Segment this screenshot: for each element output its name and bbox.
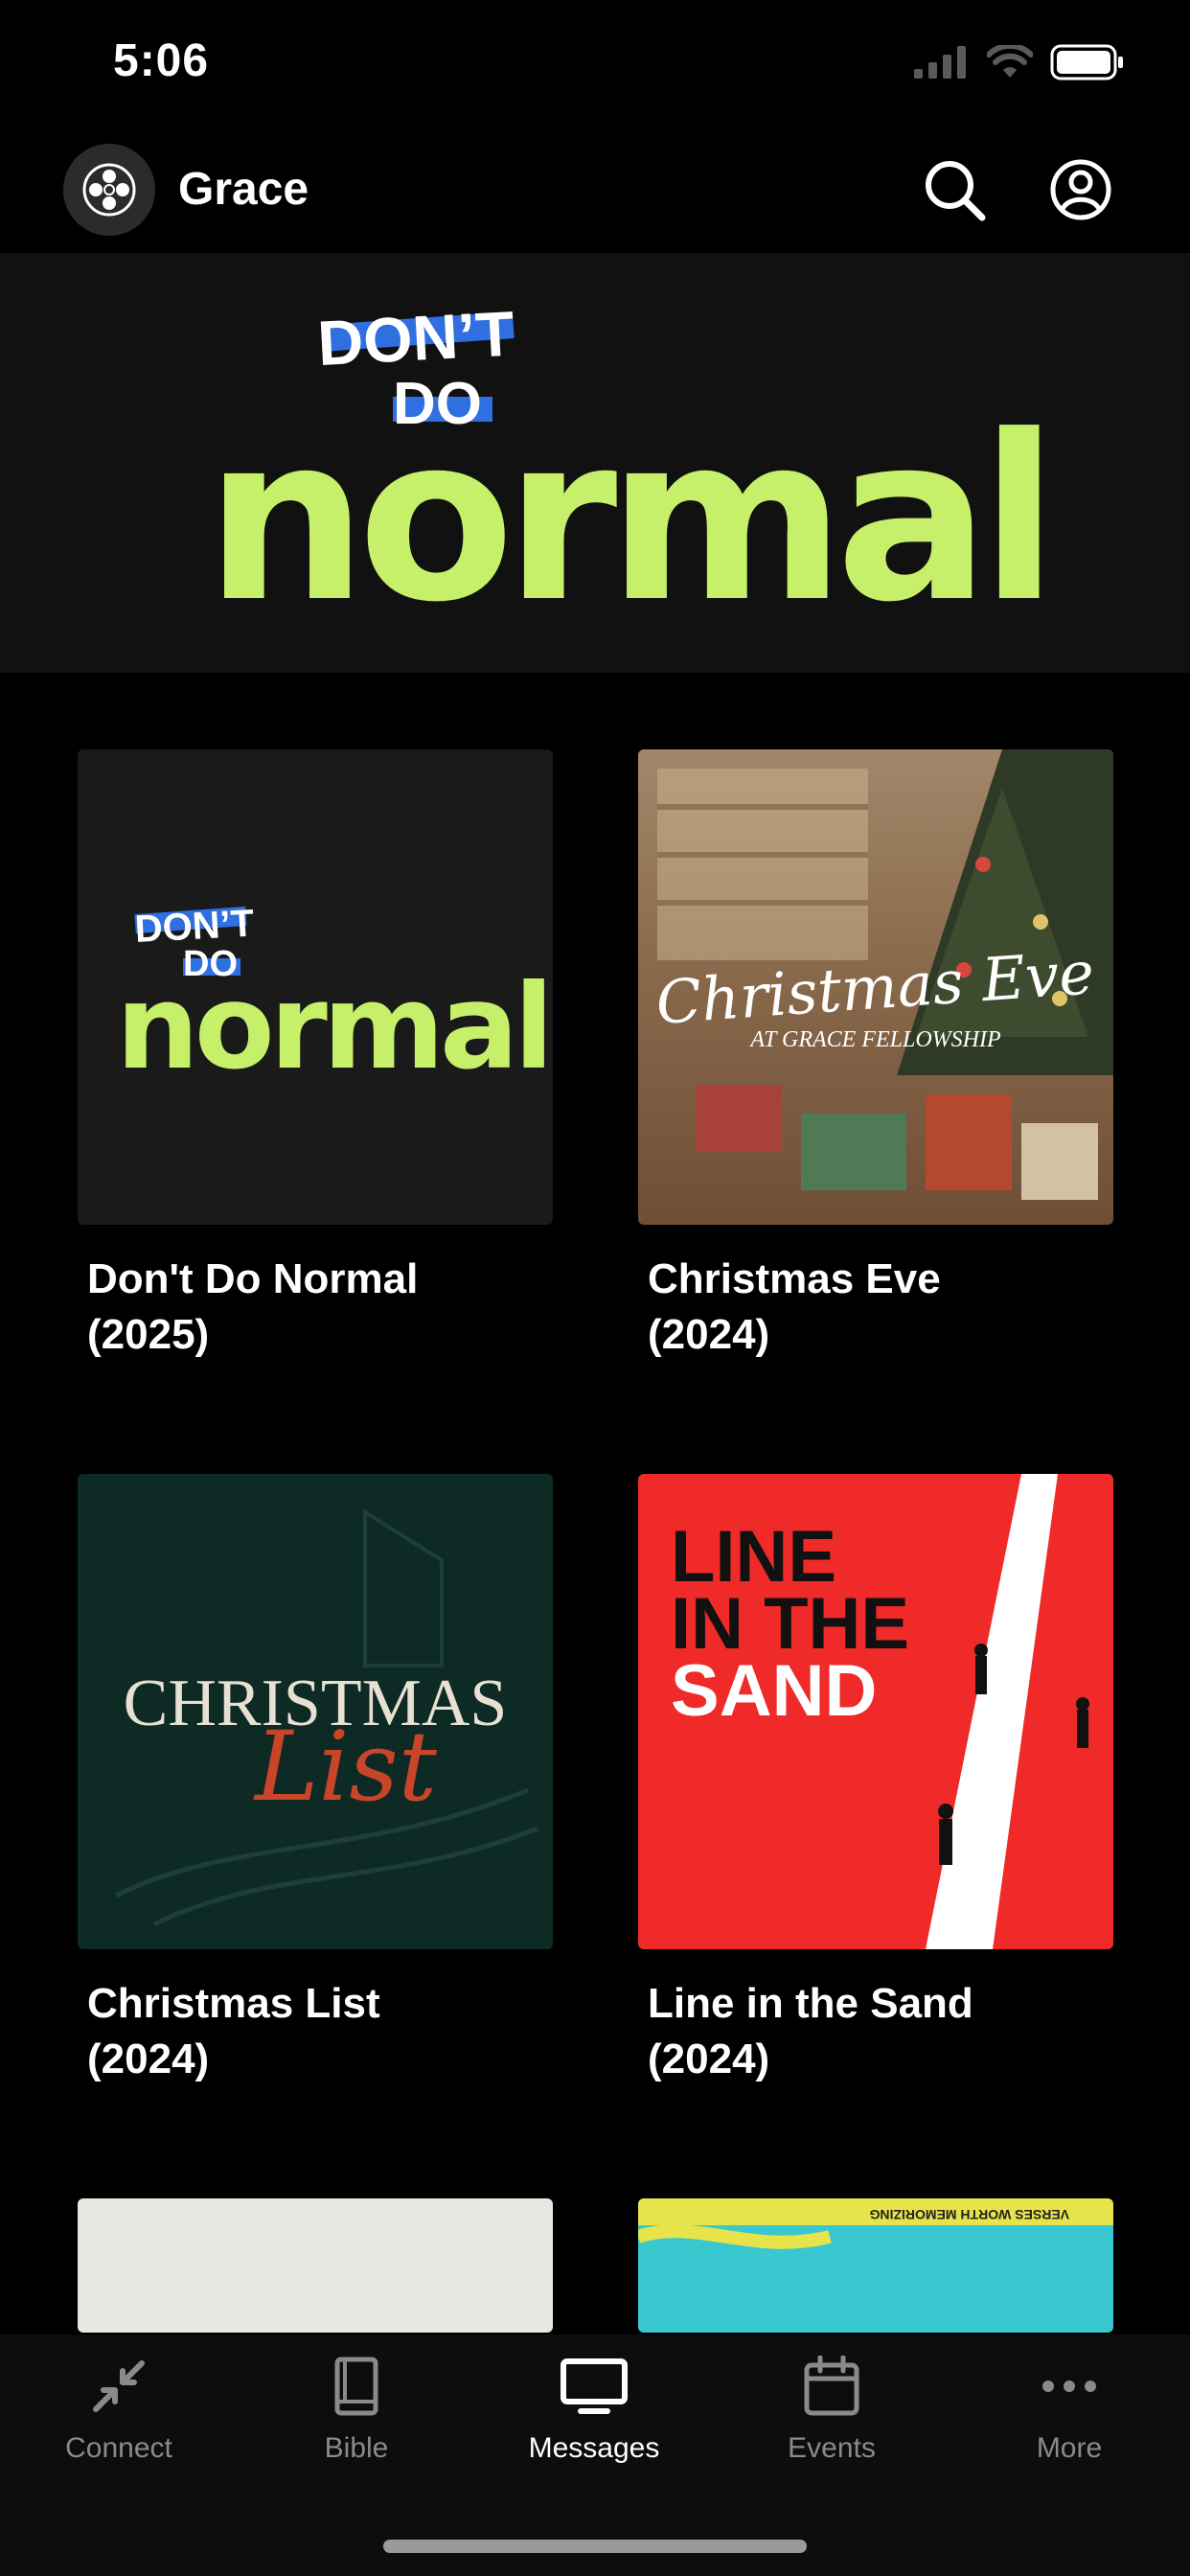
series-card[interactable]: CHRISTMAS List Christmas List (2024)	[78, 1474, 553, 2087]
status-bar: 5:06	[0, 0, 1190, 134]
art-word: normal	[116, 959, 549, 1095]
battery-icon	[1050, 44, 1123, 80]
tv-icon	[561, 2358, 628, 2414]
peek-art-text: VERSES WORTH MEMORIZING	[869, 2207, 1069, 2222]
series-artwork: VERSES WORTH MEMORIZING	[638, 2198, 1113, 2333]
home-indicator	[383, 2540, 807, 2553]
status-icons	[914, 44, 1125, 80]
series-artwork	[78, 2198, 553, 2333]
art-subtitle: AT GRACE FELLOWSHIP	[748, 1027, 1001, 1052]
series-card[interactable]: Christmas Eve AT GRACE FELLOWSHIP Christ…	[638, 749, 1113, 1363]
hero-art-word: normal	[205, 387, 1049, 653]
art-line3: SAND	[671, 1650, 877, 1732]
tab-messages[interactable]: Messages	[498, 2356, 690, 2465]
series-title: Don't Do Normal (2025)	[87, 1255, 419, 1358]
tab-label: Events	[788, 2432, 876, 2464]
tab-label: Bible	[324, 2432, 389, 2464]
hero-artwork: DON’T DO normal	[205, 297, 1059, 653]
series-artwork: LINE IN THE SAND	[638, 1474, 1113, 1949]
art-line2: List	[253, 1711, 438, 1823]
tab-bar: Connect Bible Messages Events More	[0, 2334, 1190, 2576]
series-card[interactable]	[78, 2198, 553, 2333]
calendar-icon	[804, 2356, 859, 2416]
tab-connect[interactable]: Connect	[23, 2356, 215, 2465]
tab-events[interactable]: Events	[736, 2356, 927, 2465]
series-artwork: DON’T DO normal	[78, 749, 553, 1225]
book-icon	[334, 2357, 378, 2416]
app-header: Grace	[0, 134, 1190, 253]
brand-name: Grace	[178, 164, 309, 215]
series-artwork: CHRISTMAS List	[78, 1474, 553, 1949]
tab-bible[interactable]: Bible	[261, 2356, 452, 2465]
series-title: Christmas List (2024)	[87, 1980, 380, 2082]
hero-art-line1: DON’T	[316, 297, 516, 379]
profile-icon	[1050, 159, 1111, 220]
tab-label: Messages	[528, 2432, 660, 2464]
status-time: 5:06	[113, 35, 210, 86]
search-button[interactable]	[920, 155, 989, 224]
series-card[interactable]: LINE IN THE SAND Line in the Sand (2024)	[638, 1474, 1113, 2087]
wifi-icon	[987, 45, 1033, 78]
church-logo-icon[interactable]	[63, 144, 155, 236]
tab-more[interactable]: More	[973, 2356, 1165, 2465]
tab-label: More	[1036, 2432, 1103, 2464]
series-title: Christmas Eve (2024)	[648, 1255, 941, 1358]
series-card[interactable]: VERSES WORTH MEMORIZING	[638, 2198, 1113, 2333]
more-icon	[1042, 2380, 1096, 2392]
featured-series-banner[interactable]: DON’T DO normal	[0, 253, 1190, 673]
series-title: Line in the Sand (2024)	[648, 1980, 973, 2082]
series-card[interactable]: DON’T DO normal Don't Do Normal (2025)	[78, 749, 553, 1363]
connect-icon	[93, 2360, 145, 2412]
search-icon	[926, 161, 986, 221]
tab-label: Connect	[65, 2432, 172, 2464]
series-artwork: Christmas Eve AT GRACE FELLOWSHIP	[638, 749, 1113, 1225]
profile-button[interactable]	[1046, 155, 1115, 224]
signal-icon	[914, 46, 966, 79]
